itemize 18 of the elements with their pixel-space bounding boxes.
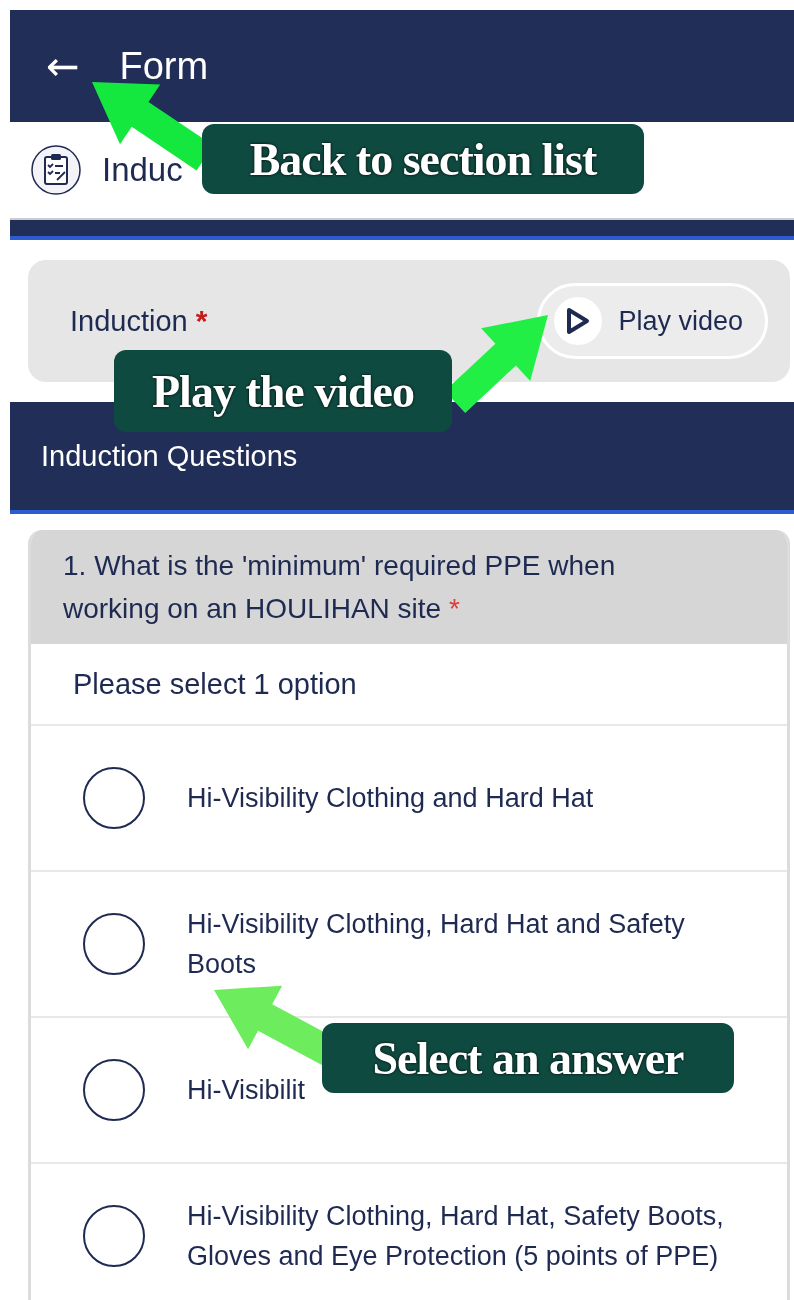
callout-label: Play the video — [114, 350, 452, 432]
section-title: Induc — [102, 151, 183, 189]
section-heading: Induction Questions — [41, 439, 298, 473]
option-label: Hi-Visibility Clothing, Hard Hat, Safety Boots, Gloves and Eye Protection (5 points of PPE) — [187, 1200, 725, 1273]
screen-title: Form — [119, 44, 209, 88]
instruction-text: Please select 1 option — [31, 644, 787, 726]
clipboard-icon — [30, 144, 82, 196]
field-label: Induction — [70, 305, 189, 337]
play-video-button[interactable]: Play video — [537, 283, 768, 359]
play-icon — [565, 307, 592, 335]
callout-label: Back to section list — [202, 124, 644, 194]
option-label: Hi-Visibilit — [187, 1074, 306, 1107]
option-label: Hi-Visibility Clothing, Hard Hat and Safety Boots — [187, 908, 686, 981]
question-text: 1. What is the 'minimum' required PPE when working on an HOULIHAN site * — [31, 530, 787, 644]
required-asterisk: * — [195, 304, 208, 337]
callout-label: Select an answer — [322, 1023, 734, 1093]
back-button[interactable]: ← — [46, 46, 80, 86]
option-label: Hi-Visibility Clothing and Hard Hat — [187, 782, 594, 815]
